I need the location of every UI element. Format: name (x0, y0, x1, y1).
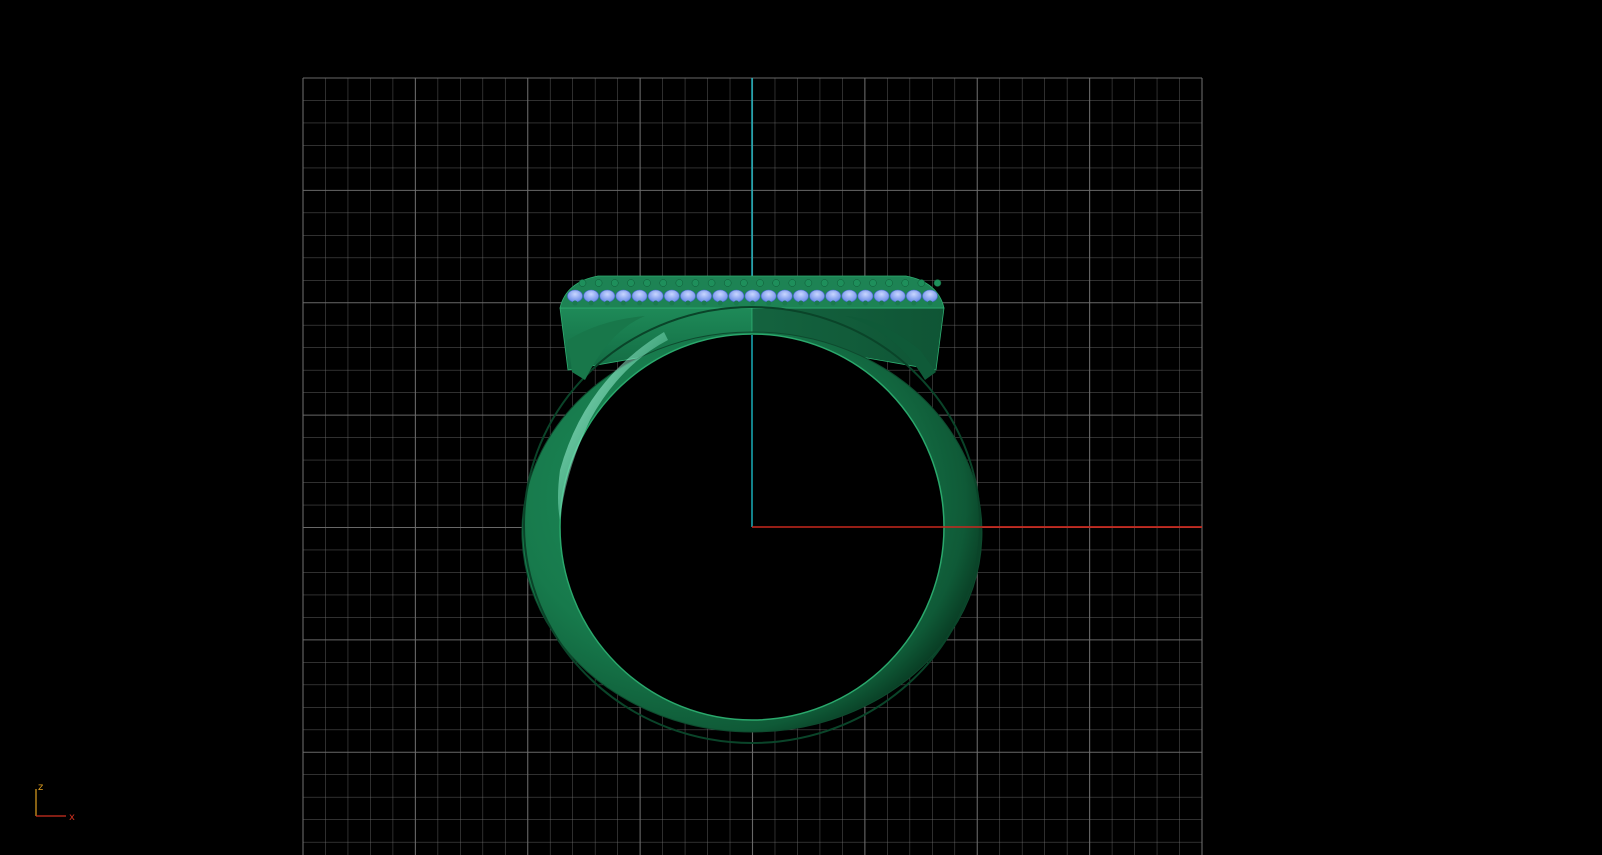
gem-prong (820, 279, 829, 287)
gem-stone (825, 289, 841, 303)
gem-prong (756, 279, 764, 287)
gem-stone (680, 289, 696, 303)
gem-stone (906, 289, 922, 303)
gem-prong (611, 279, 619, 287)
gem-prong (572, 300, 578, 306)
gem-prong (869, 279, 877, 287)
gem-prong (594, 279, 603, 287)
gem-prong (733, 300, 739, 306)
gem-stone (922, 289, 938, 303)
gem-prong (627, 279, 635, 287)
gem-prong (701, 300, 707, 306)
gem-prong (604, 300, 610, 306)
gem-prong (750, 300, 755, 306)
gizmo-z-label: z (38, 782, 44, 793)
gem-prong (782, 300, 788, 306)
gem-prong (766, 300, 772, 306)
gem-stone (793, 289, 809, 303)
gem-stone (744, 289, 761, 303)
gem-prong (707, 279, 716, 287)
gem-prong (685, 300, 691, 306)
gem-prong (637, 300, 643, 306)
gem-prong (853, 279, 861, 287)
gem-prong (804, 279, 813, 287)
gem-stone (776, 289, 793, 303)
gem-prong (772, 279, 780, 287)
gem-prong (911, 300, 917, 306)
gem-prong (933, 279, 942, 287)
gem-prong (879, 300, 885, 306)
gem-stone (615, 289, 632, 303)
gem-stone (760, 289, 777, 303)
gem-prong (740, 279, 748, 287)
gem-prong (675, 279, 684, 287)
gem-prong (723, 279, 732, 287)
gem-stone (728, 289, 745, 303)
gem-stone (567, 289, 583, 303)
gem-prong (620, 300, 626, 306)
gem-prong (917, 279, 926, 287)
gem-prong (798, 300, 804, 306)
gem-prong (830, 300, 836, 306)
gem-prong (691, 279, 700, 287)
gem-stone (841, 289, 858, 303)
gem-prong (814, 300, 820, 306)
gem-prong (846, 300, 852, 306)
gem-stone (631, 289, 648, 303)
gem-stone (857, 289, 874, 303)
gizmo-x-label: x (69, 812, 75, 823)
gem-stone (809, 289, 825, 303)
gem-prong (717, 300, 723, 306)
gem-prong (578, 279, 587, 287)
gem-stone (583, 289, 599, 303)
gem-prong (862, 300, 868, 306)
gem-prong (643, 279, 651, 287)
gem-stone (889, 289, 906, 303)
gem-prong (895, 300, 901, 306)
gem-stone (873, 289, 890, 303)
gem-stone (599, 289, 616, 303)
gem-stone (696, 289, 712, 303)
axis-orientation-gizmo: z x (30, 780, 80, 823)
gem-stone (647, 289, 664, 303)
gem-prong (901, 279, 909, 287)
3d-viewport[interactable]: z x (0, 0, 1602, 855)
gem-stone (664, 289, 680, 303)
gem-prong (659, 279, 667, 287)
gem-prong (885, 279, 893, 287)
gem-prong (927, 300, 933, 306)
gem-prong (836, 279, 845, 287)
gem-prong (669, 300, 675, 306)
gem-prong (588, 300, 594, 306)
viewport-scene[interactable] (0, 0, 1602, 855)
gem-prong (653, 300, 659, 306)
gem-prong (788, 279, 797, 287)
gem-stone (712, 289, 729, 303)
